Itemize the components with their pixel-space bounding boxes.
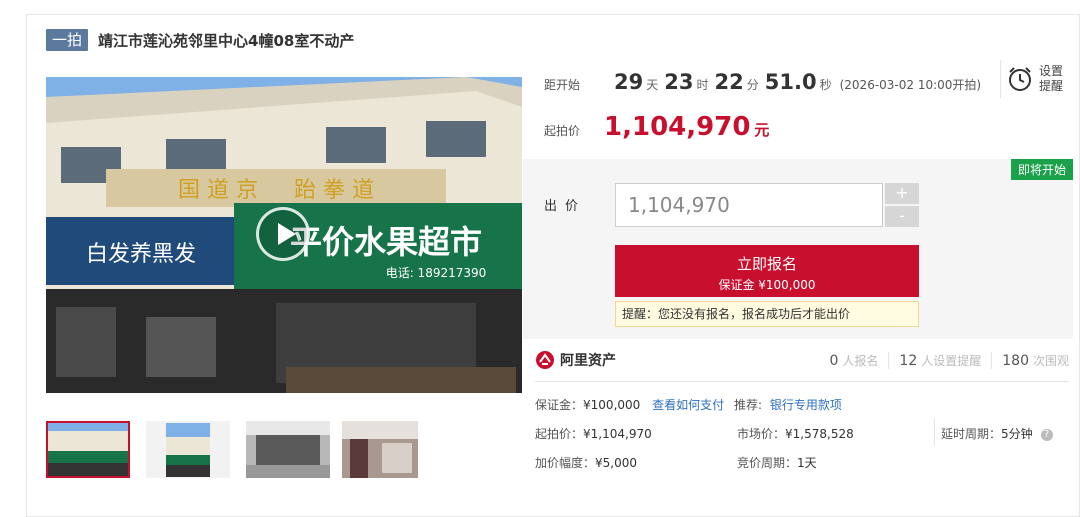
sign-left-text: 白发养黑发: [86, 242, 196, 267]
deposit-value: ¥100,000: [583, 398, 641, 412]
decrease-bid-button[interactable]: -: [885, 206, 919, 227]
signup-button-label: 立即报名: [736, 255, 797, 273]
increment-key: 加价幅度: [535, 456, 584, 470]
view-count-label: 次围观: [1032, 354, 1069, 368]
thumbnail-4[interactable]: [342, 421, 418, 478]
auction-start-date: (2026-03-02 10:00开拍): [839, 78, 982, 92]
delay-value: 5分钟: [1001, 427, 1033, 441]
thumbnail-1[interactable]: [46, 421, 130, 478]
title-row: 一拍 靖江市莲沁苑邻里中心4幢08室不动产: [46, 28, 354, 52]
thumbnail-3[interactable]: [246, 421, 330, 478]
countdown-days: 29: [614, 70, 644, 94]
alarm-clock-icon: [1009, 67, 1031, 91]
start-price-value: 1,104,970: [604, 112, 751, 142]
signup-deposit-label: 保证金 ¥100,000: [718, 278, 816, 292]
set-reminder-button[interactable]: 设置提醒: [1000, 60, 1068, 98]
market-key: 市场价: [737, 427, 774, 441]
set-reminder-label: 设置提醒: [1039, 64, 1064, 93]
ali-assets-logo: 阿里资产: [535, 350, 616, 370]
market-value: ¥1,578,528: [785, 427, 854, 441]
cycle-info: 竞价周期：1天: [737, 456, 817, 470]
how-to-pay-link[interactable]: 查看如何支付: [652, 398, 724, 412]
signup-count: 0: [829, 353, 839, 369]
countdown-minutes-unit: 分: [746, 78, 759, 92]
delay-key: 延时周期: [941, 427, 990, 441]
countdown: 距开始 29 天 23 时 22 分 51.0 秒 (2026-03-02 10…: [544, 70, 981, 100]
bid-panel: 即将开始 出价 1,104,970 + - 立即报名 保证金 ¥100,000 …: [523, 159, 1073, 339]
countdown-hours: 23: [664, 70, 694, 94]
signup-notice: 提醒：您还没有报名，报名成功后才能出价: [615, 301, 919, 327]
start-price-unit: 元: [754, 121, 770, 139]
increment-value: ¥5,000: [595, 456, 638, 470]
reminder-count-label: 人设置提醒: [921, 352, 993, 369]
divider: [535, 381, 1069, 382]
ali-assets-icon: [536, 351, 554, 369]
increment-info: 加价幅度：¥5,000: [535, 456, 638, 470]
start-price-info: 起拍价：¥1,104,970: [535, 427, 652, 441]
deposit-key: 保证金: [535, 398, 572, 412]
bank-fund-link[interactable]: 银行专用款项: [770, 398, 842, 412]
bid-amount-input[interactable]: 1,104,970: [615, 183, 883, 227]
deposit-info: 保证金：¥100,000 查看如何支付 推荐: 银行专用款项: [535, 398, 842, 412]
view-count: 180: [1002, 353, 1029, 369]
countdown-hours-unit: 时: [696, 78, 709, 92]
auction-round-badge: 一拍: [46, 29, 89, 51]
sign-right-text: 平价水果超市: [290, 223, 482, 261]
recommend-key: 推荐:: [733, 398, 763, 412]
status-badge: 即将开始: [1010, 159, 1073, 180]
signup-button[interactable]: 立即报名 保证金 ¥100,000: [615, 245, 919, 297]
countdown-days-unit: 天: [646, 78, 659, 92]
stats: 0 人报名 12 人设置提醒 180 次围观: [819, 352, 1069, 369]
signup-count-label: 人报名: [842, 352, 890, 369]
separator: [934, 418, 935, 446]
video-play-icon[interactable]: [256, 207, 310, 261]
bid-stepper: + -: [885, 183, 919, 227]
start-key: 起拍价: [535, 427, 572, 441]
main-photo[interactable]: 国 道 京 跆 拳 道 白发养黑发 平价水果超市 电话: 18921739​0: [46, 77, 522, 393]
platform-stats-row: 阿里资产 0 人报名 12 人设置提醒 180 次围观: [535, 346, 1069, 378]
delay-info: 延时周期：5分钟 ?: [941, 425, 1053, 442]
start-price-row: 起拍价 1,104,970 元: [544, 112, 769, 142]
help-icon[interactable]: ?: [1040, 428, 1053, 441]
start-value: ¥1,104,970: [583, 427, 652, 441]
ali-assets-text: 阿里资产: [560, 353, 616, 369]
cycle-key: 竞价周期: [737, 456, 786, 470]
countdown-minutes: 22: [714, 70, 744, 94]
reminder-count: 12: [899, 353, 918, 369]
increase-bid-button[interactable]: +: [885, 183, 919, 204]
sign-top-text: 国 道 京 跆 拳 道: [178, 178, 374, 203]
bid-label: 出价: [544, 199, 587, 214]
thumbnail-2[interactable]: [146, 421, 230, 478]
countdown-label: 距开始: [544, 78, 581, 92]
countdown-seconds-unit: 秒: [819, 78, 832, 92]
market-price-info: 市场价：¥1,578,528: [737, 427, 854, 441]
countdown-seconds: 51.0: [764, 70, 817, 94]
sign-phone-text: 电话: 18921739​0: [386, 266, 487, 280]
page-title: 靖江市莲沁苑邻里中心4幢08室不动产: [98, 31, 355, 50]
cycle-value: 1天: [797, 456, 817, 470]
start-price-label: 起拍价: [544, 124, 581, 138]
